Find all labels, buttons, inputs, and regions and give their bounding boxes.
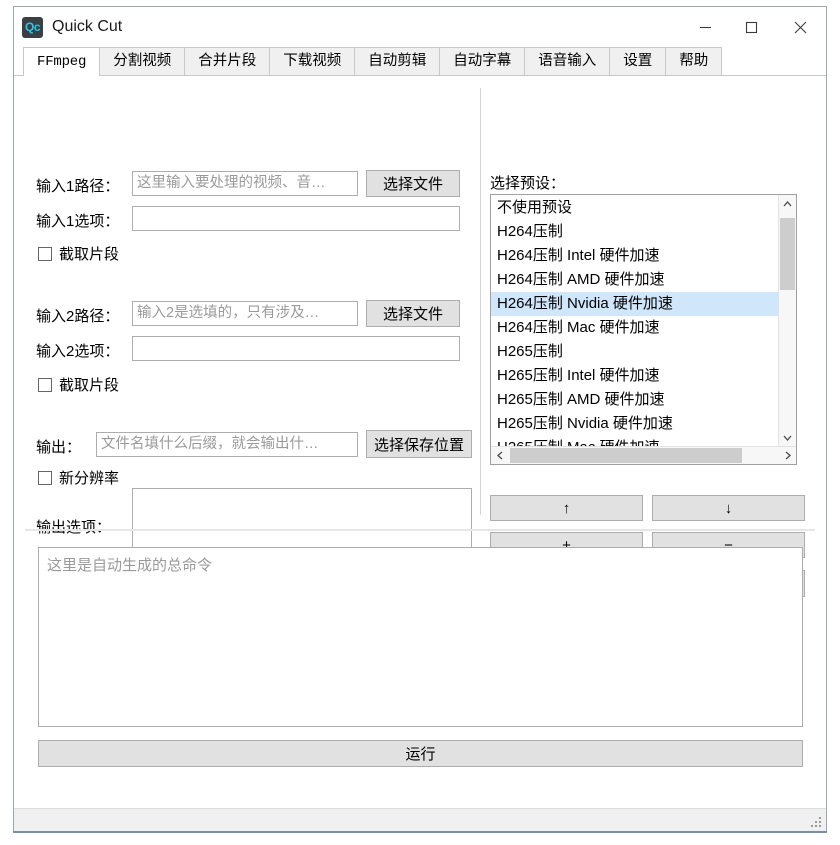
generated-command-textarea[interactable]: 这里是自动生成的总命令 [38, 547, 803, 727]
chevron-down-icon[interactable] [779, 429, 796, 446]
input2-browse-button[interactable]: 选择文件 [366, 300, 460, 327]
horizontal-scroll-thumb[interactable] [510, 448, 742, 463]
move-preset-up-button[interactable]: ↑ [490, 495, 643, 521]
clip2-label: 截取片段 [59, 377, 120, 394]
preset-item-8[interactable]: H265压制 AMD 硬件加速 [491, 388, 778, 412]
preset-item-0[interactable]: 不使用预设 [491, 196, 778, 220]
tab-merge-clips[interactable]: 合并片段 [184, 47, 271, 75]
input1-options-input[interactable] [132, 206, 460, 231]
new-resolution-checkbox[interactable] [38, 470, 52, 485]
status-bar [14, 808, 826, 831]
tab-panel-ffmpeg: 输入1路径： 这里输入要处理的视频、音… 选择文件 输入1选项： 截取片段 输入… [14, 76, 826, 808]
run-button[interactable]: 运行 [38, 740, 803, 767]
vertical-scroll-thumb[interactable] [780, 218, 795, 290]
close-button[interactable] [774, 7, 826, 47]
output-path-input[interactable]: 文件名填什么后缀，就会输出什… [96, 432, 358, 457]
minimize-button[interactable] [682, 7, 728, 47]
preset-item-1[interactable]: H264压制 [491, 220, 778, 244]
preset-item-5[interactable]: H264压制 Mac 硬件加速 [491, 316, 778, 340]
preset-item-6[interactable]: H265压制 [491, 340, 778, 364]
clip2-checkbox-row[interactable]: 截取片段 [38, 374, 119, 395]
chevron-right-icon[interactable] [779, 447, 796, 464]
preset-item-9[interactable]: H265压制 Nvidia 硬件加速 [491, 412, 778, 436]
new-resolution-checkbox-row[interactable]: 新分辨率 [38, 467, 119, 488]
move-preset-down-button[interactable]: ↓ [652, 495, 805, 521]
chevron-left-icon[interactable] [491, 447, 508, 464]
tab-ffmpeg[interactable]: FFmpeg [23, 47, 101, 76]
upper-panes: 输入1路径： 这里输入要处理的视频、音… 选择文件 输入1选项： 截取片段 输入… [14, 76, 826, 597]
maximize-button[interactable] [728, 7, 774, 47]
preset-heading: 选择预设： [490, 175, 566, 192]
input1-path-label: 输入1路径： [36, 178, 120, 195]
vertical-scroll-track[interactable] [779, 212, 796, 429]
input1-options-label: 输入1选项： [36, 213, 120, 230]
input1-path-input[interactable]: 这里输入要处理的视频、音… [132, 171, 358, 196]
preset-pane: 选择预设： 不使用预设 H264压制 H264压制 Intel 硬件加速 H26… [480, 76, 826, 597]
tab-auto-subtitle[interactable]: 自动字幕 [439, 47, 526, 75]
horizontal-divider [25, 529, 815, 531]
preset-item-10[interactable]: H265压制 Mac 硬件加速 [491, 436, 778, 446]
input-output-pane: 输入1路径： 这里输入要处理的视频、音… 选择文件 输入1选项： 截取片段 输入… [14, 76, 480, 589]
clip1-checkbox[interactable] [38, 246, 52, 261]
input2-path-input[interactable]: 输入2是选填的，只有涉及… [132, 301, 358, 326]
input2-options-input[interactable] [132, 336, 460, 361]
clip2-checkbox[interactable] [38, 377, 52, 392]
window-controls [682, 7, 826, 47]
preset-horizontal-scrollbar[interactable] [491, 446, 796, 464]
preset-item-7[interactable]: H265压制 Intel 硬件加速 [491, 364, 778, 388]
output-browse-button[interactable]: 选择保存位置 [366, 430, 472, 458]
tab-voice-input[interactable]: 语音输入 [524, 47, 611, 75]
tab-split-video[interactable]: 分割视频 [99, 47, 186, 75]
preset-item-2[interactable]: H264压制 Intel 硬件加速 [491, 244, 778, 268]
app-window: Qc Quick Cut FFmpeg 分割视频 合并片段 下载视频 自动剪辑 … [13, 6, 827, 833]
preset-list-items: 不使用预设 H264压制 H264压制 Intel 硬件加速 H264压制 AM… [491, 195, 778, 446]
new-resolution-label: 新分辨率 [59, 470, 120, 487]
tab-settings[interactable]: 设置 [609, 47, 667, 75]
preset-listbox[interactable]: 不使用预设 H264压制 H264压制 Intel 硬件加速 H264压制 AM… [490, 194, 797, 465]
title-bar: Qc Quick Cut [14, 7, 826, 47]
horizontal-scroll-track[interactable] [508, 447, 779, 464]
preset-item-3[interactable]: H264压制 AMD 硬件加速 [491, 268, 778, 292]
tab-bar: FFmpeg 分割视频 合并片段 下载视频 自动剪辑 自动字幕 语音输入 设置 … [14, 47, 826, 76]
input1-browse-button[interactable]: 选择文件 [366, 170, 460, 197]
preset-list-viewport: 不使用预设 H264压制 H264压制 Intel 硬件加速 H264压制 AM… [491, 195, 796, 446]
tab-auto-cut[interactable]: 自动剪辑 [354, 47, 441, 75]
output-options-label: 输出选项： [36, 519, 112, 536]
chevron-up-icon[interactable] [779, 195, 796, 212]
input2-options-label: 输入2选项： [36, 343, 120, 360]
app-title: Quick Cut [52, 18, 123, 35]
tab-download-video[interactable]: 下载视频 [269, 47, 356, 75]
tab-help[interactable]: 帮助 [665, 47, 723, 75]
resize-grip-icon[interactable] [811, 817, 822, 828]
output-label: 输出： [36, 439, 82, 456]
preset-vertical-scrollbar[interactable] [778, 195, 796, 446]
preset-item-4[interactable]: H264压制 Nvidia 硬件加速 [491, 292, 778, 316]
input2-path-label: 输入2路径： [36, 308, 120, 325]
app-logo-icon: Qc [22, 16, 43, 38]
clip1-label: 截取片段 [59, 246, 120, 263]
clip1-checkbox-row[interactable]: 截取片段 [38, 243, 119, 264]
